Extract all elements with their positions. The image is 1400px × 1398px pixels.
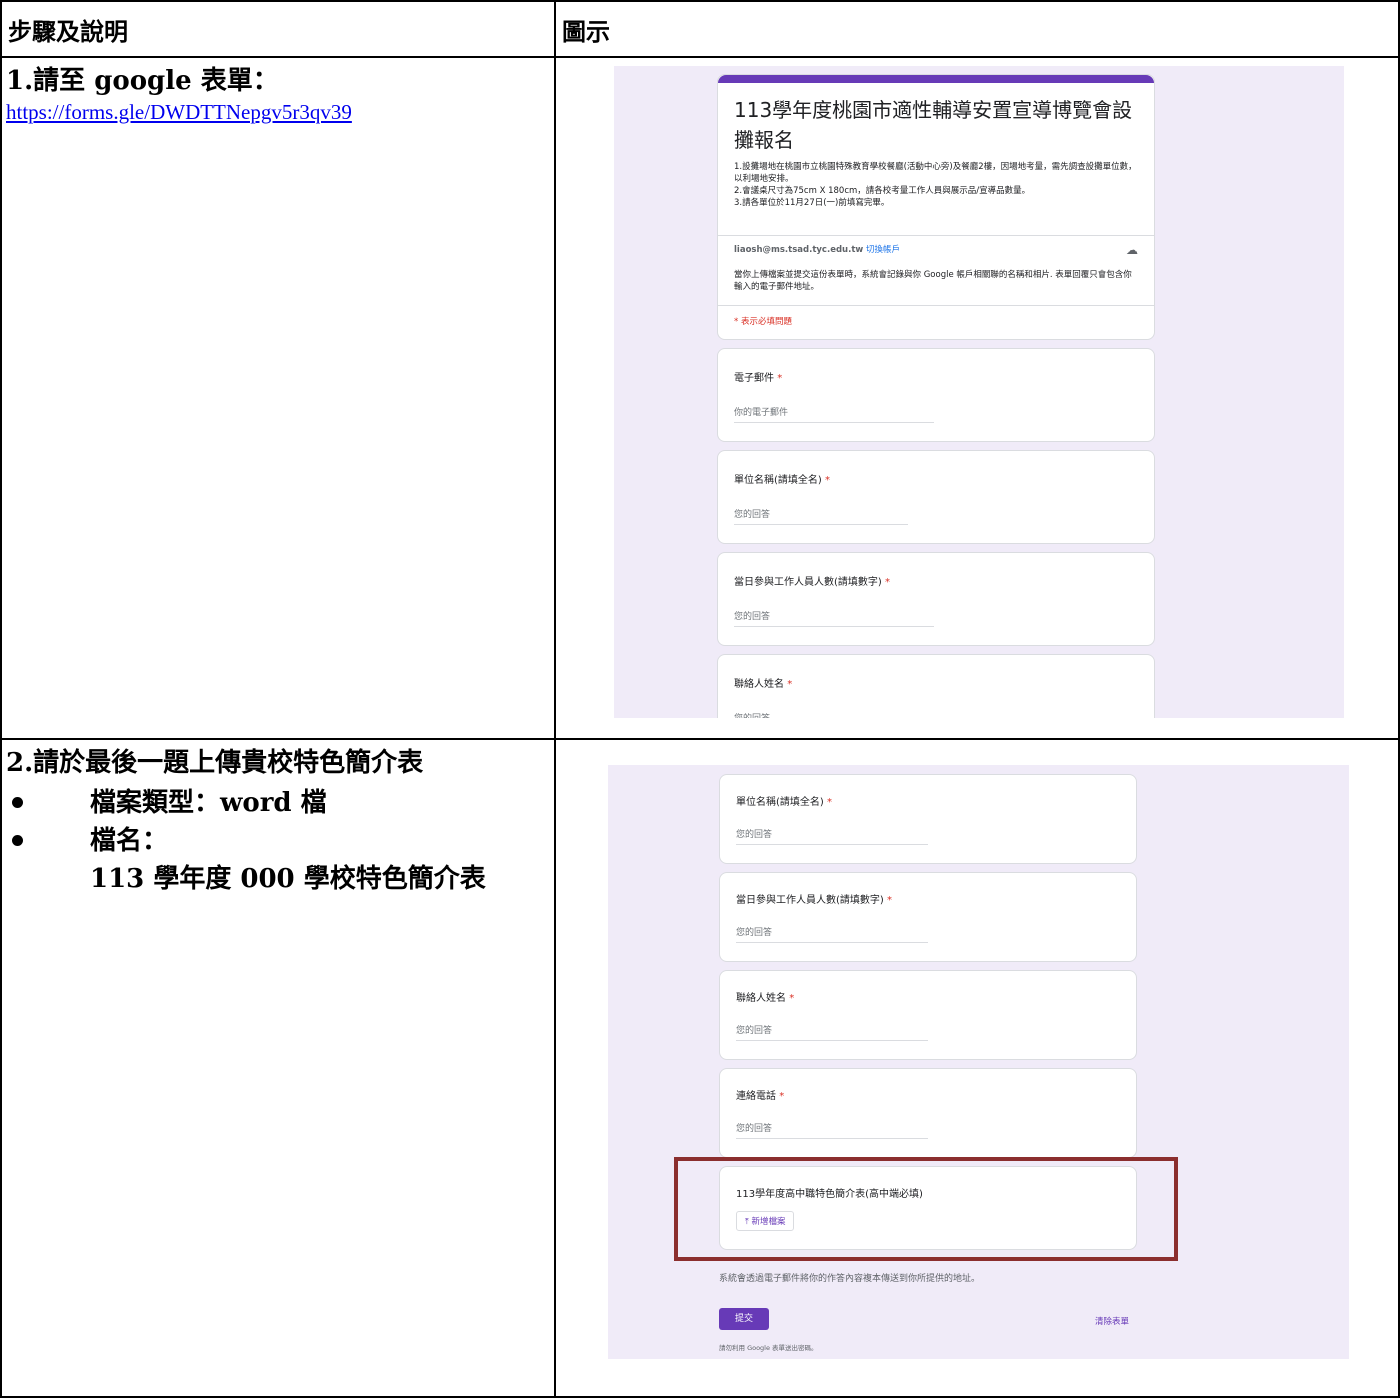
staff-input[interactable]: 您的回答 bbox=[734, 609, 934, 627]
question-contact: 聯絡人姓名 * 您的回答 bbox=[717, 654, 1155, 718]
required-note: * 表示必填問題 bbox=[734, 317, 792, 327]
staff-input-2[interactable]: 您的回答 bbox=[736, 925, 928, 943]
form-accent-bar bbox=[718, 75, 1154, 83]
switch-account-link[interactable]: 切換帳戶 bbox=[866, 245, 900, 255]
email-input[interactable]: 你的電子郵件 bbox=[734, 405, 934, 423]
question-email: 電子郵件 * 你的電子郵件 bbox=[717, 348, 1155, 442]
highlight-box bbox=[674, 1157, 1178, 1261]
account-notice: 當你上傳檔案並提交這份表單時，系統會記錄與你 Google 帳戶相關聯的名稱和相… bbox=[734, 270, 1132, 292]
clear-form-link[interactable]: 清除表單 bbox=[1095, 1315, 1129, 1327]
bullet-dot-icon bbox=[12, 797, 23, 808]
header-row: 步驟及說明 圖示 bbox=[0, 0, 1400, 58]
question-staff: 當日參與工作人員人數(請填數字) * 您的回答 bbox=[717, 552, 1155, 646]
question-unit-2: 單位名稱(請填全名) * 您的回答 bbox=[719, 774, 1137, 864]
email-copy-notice: 系統會透過電子郵件將你的作答內容複本傳送到你所提供的地址。 bbox=[719, 1274, 981, 1284]
step2-bullets: 檔案類型：word 檔 檔名： 113 學年度 000 學校特色簡介表 bbox=[2, 784, 554, 898]
header-figure: 圖示 bbox=[562, 17, 610, 46]
header-steps: 步驟及說明 bbox=[8, 17, 128, 46]
question-contact-2: 聯絡人姓名 * 您的回答 bbox=[719, 970, 1137, 1060]
unit-input-2[interactable]: 您的回答 bbox=[736, 827, 928, 845]
header-cell-figure: 圖示 bbox=[554, 0, 1400, 58]
contact-input-2[interactable]: 您的回答 bbox=[736, 1023, 928, 1041]
form-screenshot-1: 113學年度桃園市適性輔導安置宣導博覽會設攤報名 1.設攤場地在桃園市立桃園特殊… bbox=[614, 66, 1344, 718]
header-cell-steps: 步驟及說明 bbox=[0, 0, 556, 58]
bullet-file-name: 檔名： bbox=[6, 822, 554, 860]
phone-input[interactable]: 您的回答 bbox=[736, 1121, 928, 1139]
question-staff-2: 當日參與工作人員人數(請填數字) * 您的回答 bbox=[719, 872, 1137, 962]
form-header-card: 113學年度桃園市適性輔導安置宣導博覽會設攤報名 1.設攤場地在桃園市立桃園特殊… bbox=[717, 74, 1155, 340]
filename-example: 113 學年度 000 學校特色簡介表 bbox=[90, 864, 486, 894]
question-phone: 連絡電話 * 您的回答 bbox=[719, 1068, 1137, 1158]
bullet-file-type: 檔案類型：word 檔 bbox=[6, 784, 554, 822]
step2-text-cell: 2.請於最後一題上傳貴校特色簡介表 檔案類型：word 檔 檔名： 113 學年… bbox=[0, 738, 556, 1398]
bullet-dot-icon bbox=[12, 835, 23, 846]
form-title: 113學年度桃園市適性輔導安置宣導博覽會設攤報名 bbox=[734, 98, 1133, 152]
step1-text-cell: 1.請至 google 表單： https://forms.gle/DWDTTN… bbox=[0, 56, 556, 740]
step1-title: 1.請至 google 表單： bbox=[6, 66, 279, 96]
account-line: liaosh@ms.tsad.tyc.edu.tw 切換帳戶 bbox=[734, 243, 900, 255]
contact-input[interactable]: 您的回答 bbox=[734, 711, 934, 718]
account-email: liaosh@ms.tsad.tyc.edu.tw bbox=[734, 245, 864, 255]
unit-input[interactable]: 您的回答 bbox=[734, 507, 908, 525]
question-unit: 單位名稱(請填全名) * 您的回答 bbox=[717, 450, 1155, 544]
step2-title: 2.請於最後一題上傳貴校特色簡介表 bbox=[6, 748, 424, 778]
submit-button[interactable]: 提交 bbox=[719, 1308, 769, 1330]
cloud-icon: ☁ bbox=[1126, 243, 1138, 257]
form-screenshot-2: 單位名稱(請填全名) * 您的回答 當日參與工作人員人數(請填數字) * 您的回… bbox=[608, 765, 1349, 1359]
form-link[interactable]: https://forms.gle/DWDTTNepgv5r3qv39 bbox=[2, 98, 554, 126]
password-warning: 請勿利用 Google 表單送出密碼。 bbox=[719, 1344, 818, 1352]
form-description: 1.設攤場地在桃園市立桃園特殊教育學校餐廳(活動中心旁)及餐廳2樓，因場地考量，… bbox=[734, 162, 1137, 208]
